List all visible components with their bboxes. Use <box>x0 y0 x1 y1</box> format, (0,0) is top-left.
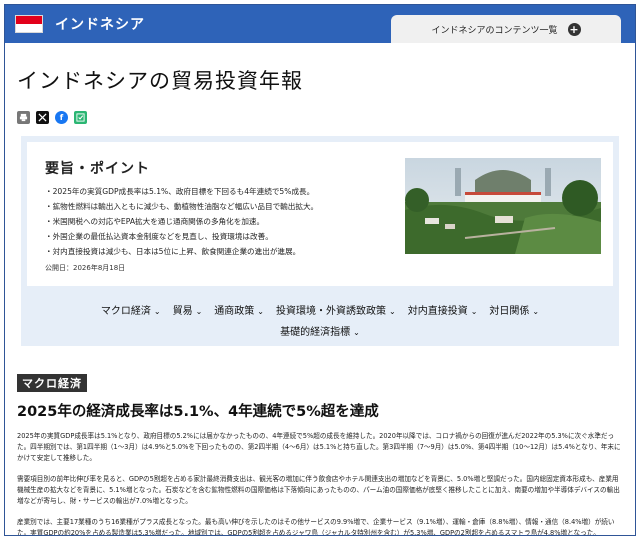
section-tag: マクロ経済 <box>17 374 87 392</box>
chevron-down-icon: ⌄ <box>470 307 478 316</box>
x-icon[interactable] <box>36 111 49 124</box>
summary-point: 鉱物性燃料は輸出入ともに減少も、動植物性油脂など幅広い品目で輸出拡大。 <box>45 199 319 214</box>
chevron-down-icon: ⌄ <box>257 307 264 316</box>
body-paragraph: 需要項目別の前年比伸び率を見ると、GDPの5割超を占める家計最終消費支出は、観光… <box>17 475 620 505</box>
country-name[interactable]: インドネシア <box>55 14 145 34</box>
chevron-down-icon: ⌄ <box>153 307 161 316</box>
capital-city-photo <box>405 158 601 254</box>
nav-item-investment-environment[interactable]: 投資環境・外資誘致政策 ⌄ <box>276 302 396 317</box>
nav-item-macro-economy[interactable]: マクロ経済 ⌄ <box>101 302 161 317</box>
chevron-down-icon: ⌄ <box>389 307 396 316</box>
summary-point: 2025年の実質GDP成長率は5.1%、政府目標を下回るも4年連続で5%成長。 <box>45 184 318 199</box>
nav-item-basic-indicators[interactable]: 基礎的経済指標 ⌄ <box>280 323 360 338</box>
topic-nav-row: マクロ経済 ⌄ 貿易 ⌄ 通商政策 ⌄ 投資環境・外資誘致政策 ⌄ 対内直接投資 ⌄ 対日… <box>27 302 613 317</box>
summary-text: 要旨・ポイント 2025年の実質GDP成長率は5.1%、政府目標を下回るも4年連… <box>45 152 318 280</box>
header-bar: インドネシア インドネシアのコンテンツ一覧 + <box>5 5 635 43</box>
summary-box: 要旨・ポイント 2025年の実質GDP成長率は5.1%、政府目標を下回るも4年連… <box>27 142 613 286</box>
summary-panel: 要旨・ポイント 2025年の実質GDP成長率は5.1%、政府目標を下回るも4年連… <box>21 136 619 292</box>
summary-heading: 要旨・ポイント <box>45 161 150 177</box>
nav-item-trade[interactable]: 貿易 ⌄ <box>173 302 203 317</box>
indonesia-flag-icon <box>15 15 43 33</box>
nav-item-japan-relations[interactable]: 対日関係 ⌄ <box>489 302 539 317</box>
share-buttons: f <box>17 111 635 124</box>
chevron-down-icon: ⌄ <box>195 307 203 316</box>
contents-list-tab[interactable]: インドネシアのコンテンツ一覧 + <box>391 15 621 43</box>
plus-circle-icon: + <box>567 22 581 36</box>
hatena-icon[interactable] <box>74 111 87 124</box>
topic-nav: マクロ経済 ⌄ 貿易 ⌄ 通商政策 ⌄ 投資環境・外資誘致政策 ⌄ 対内直接投資 ⌄ 対日… <box>21 292 619 346</box>
page-title: インドネシアの貿易投資年報 <box>17 69 303 93</box>
page-frame: インドネシア インドネシアのコンテンツ一覧 + インドネシアの貿易投資年報 f … <box>4 4 636 536</box>
nav-item-inward-fdi[interactable]: 対内直接投資 ⌄ <box>408 302 478 317</box>
summary-point: 米国関税への対応やEPA拡大を通じ通商関係の多角化を加速。 <box>45 214 318 229</box>
published-date: 公開日：2026年8月18日 <box>45 264 126 272</box>
contents-list-label: インドネシアのコンテンツ一覧 <box>431 25 558 36</box>
chevron-down-icon: ⌄ <box>353 328 360 337</box>
body-paragraph: 産業別では、主要17業種のうち16業種がプラス成長となった。最も高い伸びを示した… <box>17 518 615 536</box>
nav-item-trade-policy[interactable]: 通商政策 ⌄ <box>214 302 264 317</box>
summary-points: 2025年の実質GDP成長率は5.1%、政府目標を下回るも4年連続で5%成長。 … <box>45 184 319 259</box>
topic-nav-row: 基礎的経済指標 ⌄ <box>27 323 613 338</box>
body-paragraph: 2025年の実質GDP成長率は5.1%となり、政府目標の5.2%には届かなかった… <box>17 432 621 462</box>
summary-point: 外国企業の最低払込資本金制度などを見直し、投資環境は改善。 <box>45 229 318 244</box>
summary-point: 対内直接投資は減少も、日本は5位に上昇、飲食関連企業の進出が進展。 <box>45 244 318 259</box>
facebook-icon[interactable]: f <box>55 111 68 124</box>
section-title: 2025年の経済成長率は5.1%、4年連続で5%超を達成 <box>17 404 379 420</box>
print-icon[interactable] <box>17 111 30 124</box>
chevron-down-icon: ⌄ <box>532 307 540 316</box>
